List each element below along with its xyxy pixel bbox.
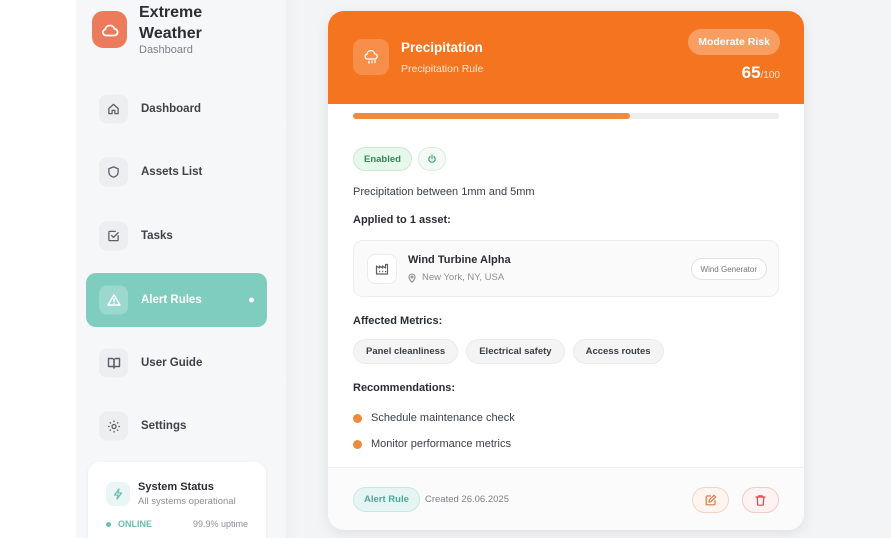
asset-name: Wind Turbine Alpha	[408, 254, 511, 266]
brand-title: Extreme Weather	[139, 4, 203, 42]
rule-card-footer: Alert Rule Created 26.06.2025	[328, 467, 804, 530]
risk-badge: Moderate Risk	[688, 29, 780, 55]
sidebar-item-label: Tasks	[141, 230, 173, 242]
online-label: ONLINE	[118, 519, 153, 529]
recommendation-item: Monitor performance metrics	[353, 431, 515, 457]
risk-progress-bar	[353, 113, 779, 119]
left-margin	[0, 0, 76, 538]
sidebar-item-user-guide[interactable]: User Guide	[86, 336, 267, 390]
sidebar-item-tasks[interactable]: Tasks	[86, 209, 267, 263]
brand-subtitle: Dashboard	[139, 44, 193, 56]
alert-rule-badge: Alert Rule	[353, 487, 420, 512]
sidebar-divider	[286, 0, 304, 538]
online-dot	[106, 521, 111, 527]
recommendation-text: Schedule maintenance check	[371, 412, 515, 424]
alert-rule-card: Precipitation Precipitation Rule Moderat…	[328, 11, 804, 530]
asset-location-text: New York, NY, USA	[422, 272, 505, 283]
location-pin-icon	[408, 273, 416, 283]
recommendation-text: Monitor performance metrics	[371, 438, 511, 450]
rule-title: Precipitation	[401, 40, 483, 55]
factory-icon	[367, 254, 397, 284]
metric-chip: Electrical safety	[466, 339, 565, 364]
sidebar-item-assets-list[interactable]: Assets List	[86, 145, 267, 199]
uptime-label: 99.9% uptime	[192, 519, 248, 529]
lightning-icon	[106, 482, 130, 506]
system-status-title: System Status	[138, 481, 214, 493]
online-indicator: ONLINE	[106, 519, 152, 529]
system-status-subtitle: All systems operational	[138, 496, 236, 507]
bullet-dot	[353, 413, 362, 423]
sidebar-item-label: Assets List	[141, 166, 203, 178]
delete-button[interactable]	[742, 487, 779, 513]
applied-assets-heading: Applied to 1 asset:	[353, 214, 451, 226]
rule-description: Precipitation between 1mm and 5mm	[353, 186, 535, 198]
sidebar-item-dashboard[interactable]: Dashboard	[86, 82, 267, 136]
recommendation-item: Schedule maintenance check	[353, 405, 515, 431]
risk-score: 65/100	[742, 63, 780, 83]
recommendations-heading: Recommendations:	[353, 382, 456, 394]
checkbox-icon	[99, 221, 128, 251]
warning-icon	[99, 285, 128, 315]
recommendations-list: Schedule maintenance check Monitor perfo…	[353, 405, 515, 457]
metric-chip: Panel cleanliness	[353, 339, 459, 364]
cloud-rain-icon	[353, 39, 389, 75]
risk-progress-fill	[353, 113, 630, 119]
cloud-icon[interactable]	[92, 11, 127, 48]
sidebar-item-settings[interactable]: Settings	[86, 399, 267, 453]
shield-icon	[99, 157, 128, 187]
book-icon	[99, 348, 128, 378]
asset-item[interactable]: Wind Turbine Alpha New York, NY, USA Win…	[353, 240, 779, 297]
system-status-card: System Status All systems operational ON…	[88, 462, 266, 538]
sidebar-item-label: User Guide	[141, 357, 203, 369]
active-indicator-dot	[249, 297, 254, 303]
asset-location: New York, NY, USA	[408, 272, 504, 283]
sidebar	[76, 0, 286, 538]
sidebar-item-label: Alert Rules	[141, 294, 202, 306]
risk-score-value: 65	[741, 63, 761, 82]
affected-metrics-heading: Affected Metrics:	[353, 315, 443, 327]
power-toggle-button[interactable]	[418, 147, 446, 171]
edit-icon	[705, 494, 716, 506]
bullet-dot	[353, 439, 362, 449]
metric-chip: Access routes	[572, 339, 664, 364]
trash-icon	[755, 495, 766, 506]
rule-card-header: Precipitation Precipitation Rule Moderat…	[328, 11, 804, 104]
rule-subtitle: Precipitation Rule	[401, 63, 484, 75]
edit-button[interactable]	[692, 487, 729, 513]
sidebar-item-label: Settings	[141, 420, 187, 432]
risk-score-max: /100	[760, 70, 780, 81]
enabled-badge: Enabled	[353, 147, 412, 171]
affected-metrics-list: Panel cleanliness Electrical safety Acce…	[353, 339, 664, 364]
asset-type-badge: Wind Generator	[690, 258, 767, 280]
home-icon	[99, 94, 128, 124]
gear-icon	[99, 411, 128, 441]
created-date: Created 26.06.2025	[425, 494, 509, 505]
sidebar-item-label: Dashboard	[141, 103, 202, 115]
sidebar-item-alert-rules[interactable]: Alert Rules	[86, 273, 267, 327]
